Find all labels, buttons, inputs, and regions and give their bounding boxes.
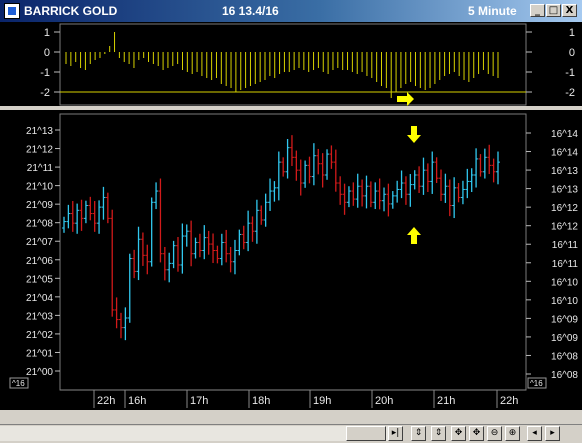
y-tick-label-right: 16^10 xyxy=(551,296,578,307)
y-tick-label-right: 16^13 xyxy=(551,166,578,177)
move-icon[interactable]: ✥ xyxy=(451,426,466,441)
zoom-out-icon[interactable]: ⊖ xyxy=(487,426,502,441)
y-tick-label-right: 16^09 xyxy=(551,314,578,325)
price-info: 16 13.4/16 xyxy=(222,4,279,18)
y-tick-label-left: -1 xyxy=(40,67,50,79)
y-tick-label-right: 0 xyxy=(569,47,575,59)
x-tick-label: 21h xyxy=(437,395,455,407)
zoom-in-icon[interactable]: ⊕ xyxy=(505,426,520,441)
y-tick-label-right: -2 xyxy=(565,87,575,99)
y-tick-label-left: -2 xyxy=(40,87,50,99)
y-tick-label-left: 21^09 xyxy=(26,200,53,211)
scroll-thumb[interactable] xyxy=(346,426,386,441)
y-tick-label-left: 21^08 xyxy=(26,219,53,230)
axis-unit-left: ^16 xyxy=(12,379,25,388)
y-tick-label-left: 0 xyxy=(44,47,50,59)
title-bar[interactable]: BARRICK GOLD 16 13.4/16 5 Minute _ □ X xyxy=(0,0,582,22)
y-tick-label-right: 1 xyxy=(569,27,575,39)
y-tick-label-left: 1 xyxy=(44,27,50,39)
y-tick-label-left: 21^10 xyxy=(26,182,53,193)
y-tick-label-left: 21^01 xyxy=(26,348,53,359)
x-tick-label: 19h xyxy=(313,395,331,407)
zoom-vertical-icon[interactable]: ⇕ xyxy=(411,426,426,441)
y-tick-label-right: 16^14 xyxy=(551,129,578,140)
y-tick-label-left: 21^02 xyxy=(26,330,53,341)
y-tick-label-right: 16^09 xyxy=(551,333,578,344)
y-tick-label-left: 21^11 xyxy=(27,163,54,174)
axis-unit-right: ^16 xyxy=(530,379,543,388)
zoom-vertical-2-icon[interactable]: ⇕ xyxy=(431,426,446,441)
y-tick-label-right: 16^12 xyxy=(551,222,578,233)
y-tick-label-left: 21^07 xyxy=(26,237,53,248)
chart-window: BARRICK GOLD 16 13.4/16 5 Minute _ □ X 1… xyxy=(0,0,582,443)
y-tick-label-right: 16^11 xyxy=(552,240,579,251)
scroll-right-button[interactable]: ▸| xyxy=(388,426,403,441)
y-tick-label-left: 21^06 xyxy=(26,256,53,267)
y-tick-label-left: 21^04 xyxy=(26,293,53,304)
y-tick-label-right: 16^13 xyxy=(551,185,578,196)
x-tick-label: 22h xyxy=(97,395,115,407)
minimize-button[interactable]: _ xyxy=(530,4,545,17)
chart-canvas[interactable]: 1 1 0 0 -1 -1 -2 -2 21^13 21^12 21^11 21^10 21^09 21… xyxy=(0,22,582,410)
chart-area[interactable]: 1 1 0 0 -1 -1 -2 -2 21^13 21^12 21^11 21^10 21^09 21… xyxy=(0,22,582,410)
pane-divider[interactable] xyxy=(0,106,582,110)
close-button[interactable]: X xyxy=(562,4,577,17)
scroll-right-arrow-icon[interactable]: ▸ xyxy=(545,426,560,441)
scroll-track[interactable] xyxy=(0,426,388,441)
y-tick-label-right: 16^08 xyxy=(551,370,578,381)
x-tick-label: 20h xyxy=(375,395,393,407)
y-tick-label-right: 16^08 xyxy=(551,351,578,362)
y-tick-label-left: 21^03 xyxy=(26,311,53,322)
price-pane xyxy=(59,113,527,391)
app-icon[interactable] xyxy=(4,3,20,19)
y-tick-label-left: 21^12 xyxy=(26,145,53,156)
x-tick-label: 18h xyxy=(252,395,270,407)
y-tick-label-right: -1 xyxy=(565,67,575,79)
maximize-button[interactable]: □ xyxy=(546,4,561,17)
y-tick-label-left: 21^05 xyxy=(26,274,53,285)
y-tick-label-right: 16^11 xyxy=(552,259,579,270)
x-tick-label: 17h xyxy=(190,395,208,407)
window-title: BARRICK GOLD xyxy=(24,4,118,18)
move-2-icon[interactable]: ✥ xyxy=(469,426,484,441)
y-tick-label-right: 16^10 xyxy=(551,277,578,288)
y-tick-label-right: 16^14 xyxy=(551,148,578,159)
indicator-pane xyxy=(59,23,527,106)
y-tick-label-right: 16^12 xyxy=(551,203,578,214)
y-tick-label-left: 21^13 xyxy=(26,126,53,137)
x-tick-label: 22h xyxy=(500,395,518,407)
y-tick-label-left: 21^00 xyxy=(26,367,53,378)
horizontal-scrollbar[interactable]: ▸| ⇕ ⇕ ✥ ✥ ⊖ ⊕ ◂ ▸ xyxy=(0,424,582,443)
x-tick-label: 16h xyxy=(128,395,146,407)
scroll-left-arrow-icon[interactable]: ◂ xyxy=(527,426,542,441)
interval-label: 5 Minute xyxy=(468,4,517,18)
